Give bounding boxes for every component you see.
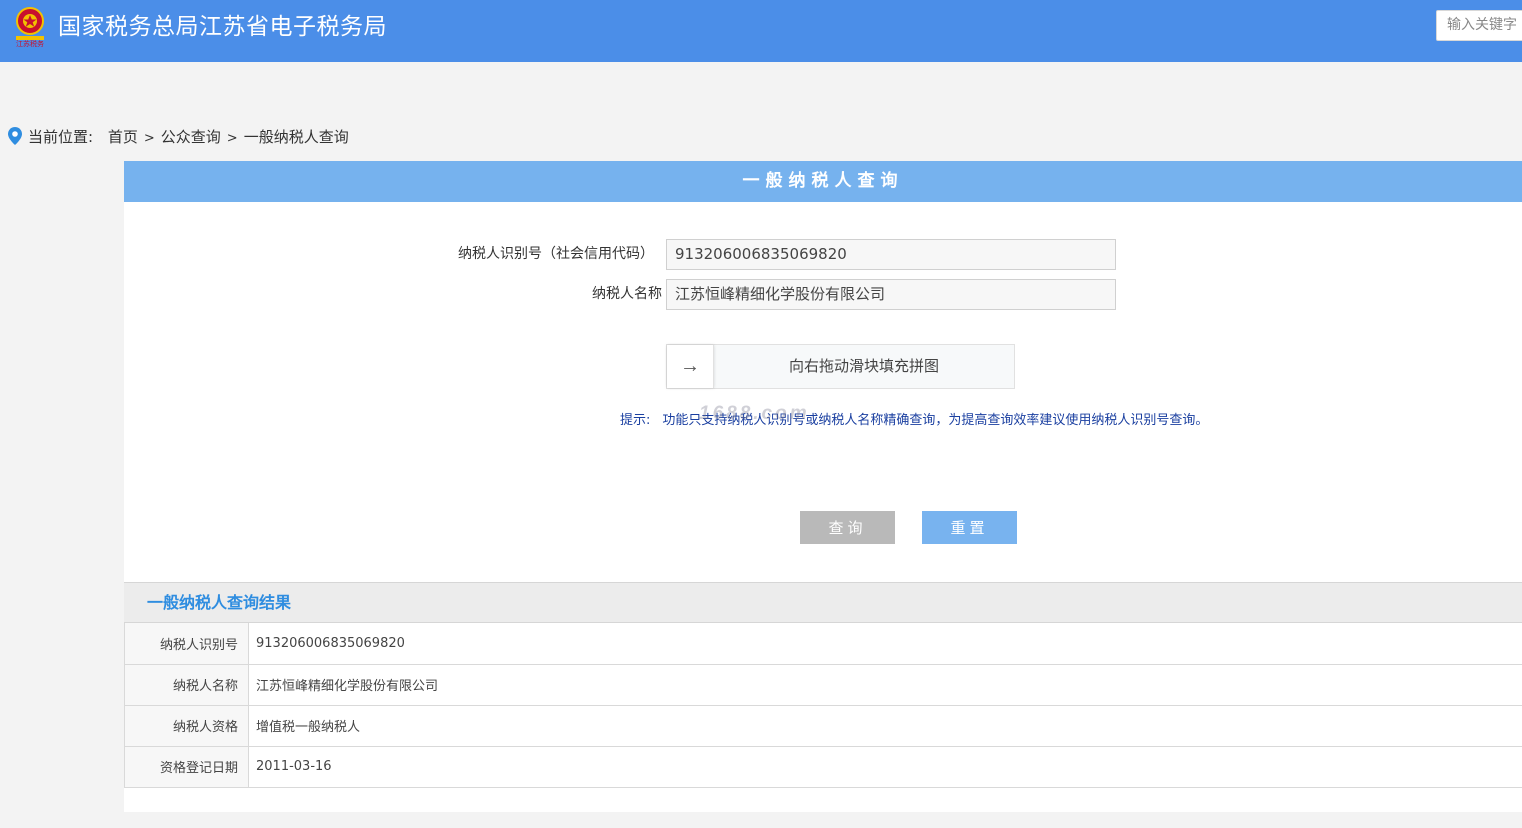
result-key: 纳税人识别号 [124,623,249,665]
top-header: 江苏税务 国家税务总局江苏省电子税务局 输入关键字 [0,0,1522,62]
tax-emblem-logo: 江苏税务 [12,5,48,49]
results-section: 一般纳税人查询结果 纳税人识别号 913206006835069820 纳税人名… [124,582,1522,788]
table-row: 资格登记日期 2011-03-16 [124,746,1522,788]
slider-handle[interactable]: → [667,345,714,388]
taxpayer-id-input[interactable]: 913206006835069820 [666,239,1116,270]
table-row: 纳税人名称 江苏恒峰精细化学股份有限公司 [124,664,1522,706]
taxpayer-name-row: 纳税人名称 江苏恒峰精细化学股份有限公司 [124,279,1124,310]
result-value: 2011-03-16 [248,746,1522,788]
result-key: 资格登记日期 [124,746,249,788]
site-title: 国家税务总局江苏省电子税务局 [58,13,387,39]
location-pin-icon [8,127,22,151]
hint-text: 提示: 功能只支持纳税人识别号或纳税人名称精确查询，为提高查询效率建议使用纳税人识… [620,409,1208,428]
breadcrumb-home-link[interactable]: 首页 [108,128,138,146]
result-key: 纳税人名称 [124,664,249,706]
results-title: 一般纳税人查询结果 [124,582,1522,623]
result-value: 增值税一般纳税人 [248,705,1522,747]
breadcrumb-public-query-link[interactable]: 公众查询 [161,128,221,146]
slider-instruction: 向右拖动滑块填充拼图 [788,357,939,375]
hint-label: 提示: [620,413,651,428]
panel-title: 一般纳税人查询 [124,161,1522,202]
result-key: 纳税人资格 [124,705,249,747]
taxpayer-name-label: 纳税人名称 [592,286,662,302]
hint-body: 功能只支持纳税人识别号或纳税人名称精确查询，为提高查询效率建议使用纳税人识别号查… [662,413,1209,428]
taxpayer-id-row: 纳税人识别号（社会信用代码） 913206006835069820 [124,239,1124,270]
query-button[interactable]: 查询 [800,511,895,544]
reset-button[interactable]: 重置 [922,511,1017,544]
breadcrumb-separator: > [143,131,155,146]
breadcrumb-current: 一般纳税人查询 [243,128,349,146]
result-value: 913206006835069820 [248,623,1522,665]
search-input[interactable]: 输入关键字 [1436,10,1522,41]
taxpayer-id-label: 纳税人识别号（社会信用代码） [458,246,654,262]
query-panel: 一般纳税人查询 纳税人识别号（社会信用代码） 91320600683506982… [124,161,1522,812]
taxpayer-name-input[interactable]: 江苏恒峰精细化学股份有限公司 [666,279,1116,310]
result-value: 江苏恒峰精细化学股份有限公司 [248,664,1522,706]
results-table: 纳税人识别号 913206006835069820 纳税人名称 江苏恒峰精细化学… [124,623,1522,788]
emblem-caption: 江苏税务 [16,40,44,48]
table-row: 纳税人资格 增值税一般纳税人 [124,705,1522,747]
breadcrumb-label: 当前位置: [28,128,94,146]
table-row: 纳税人识别号 913206006835069820 [124,623,1522,665]
arrow-right-icon: → [680,355,700,377]
captcha-slider: → 向右拖动滑块填充拼图 [666,344,1015,389]
breadcrumb: 当前位置: 首页 > 公众查询 > 一般纳税人查询 [8,126,349,148]
breadcrumb-separator: > [226,131,238,146]
